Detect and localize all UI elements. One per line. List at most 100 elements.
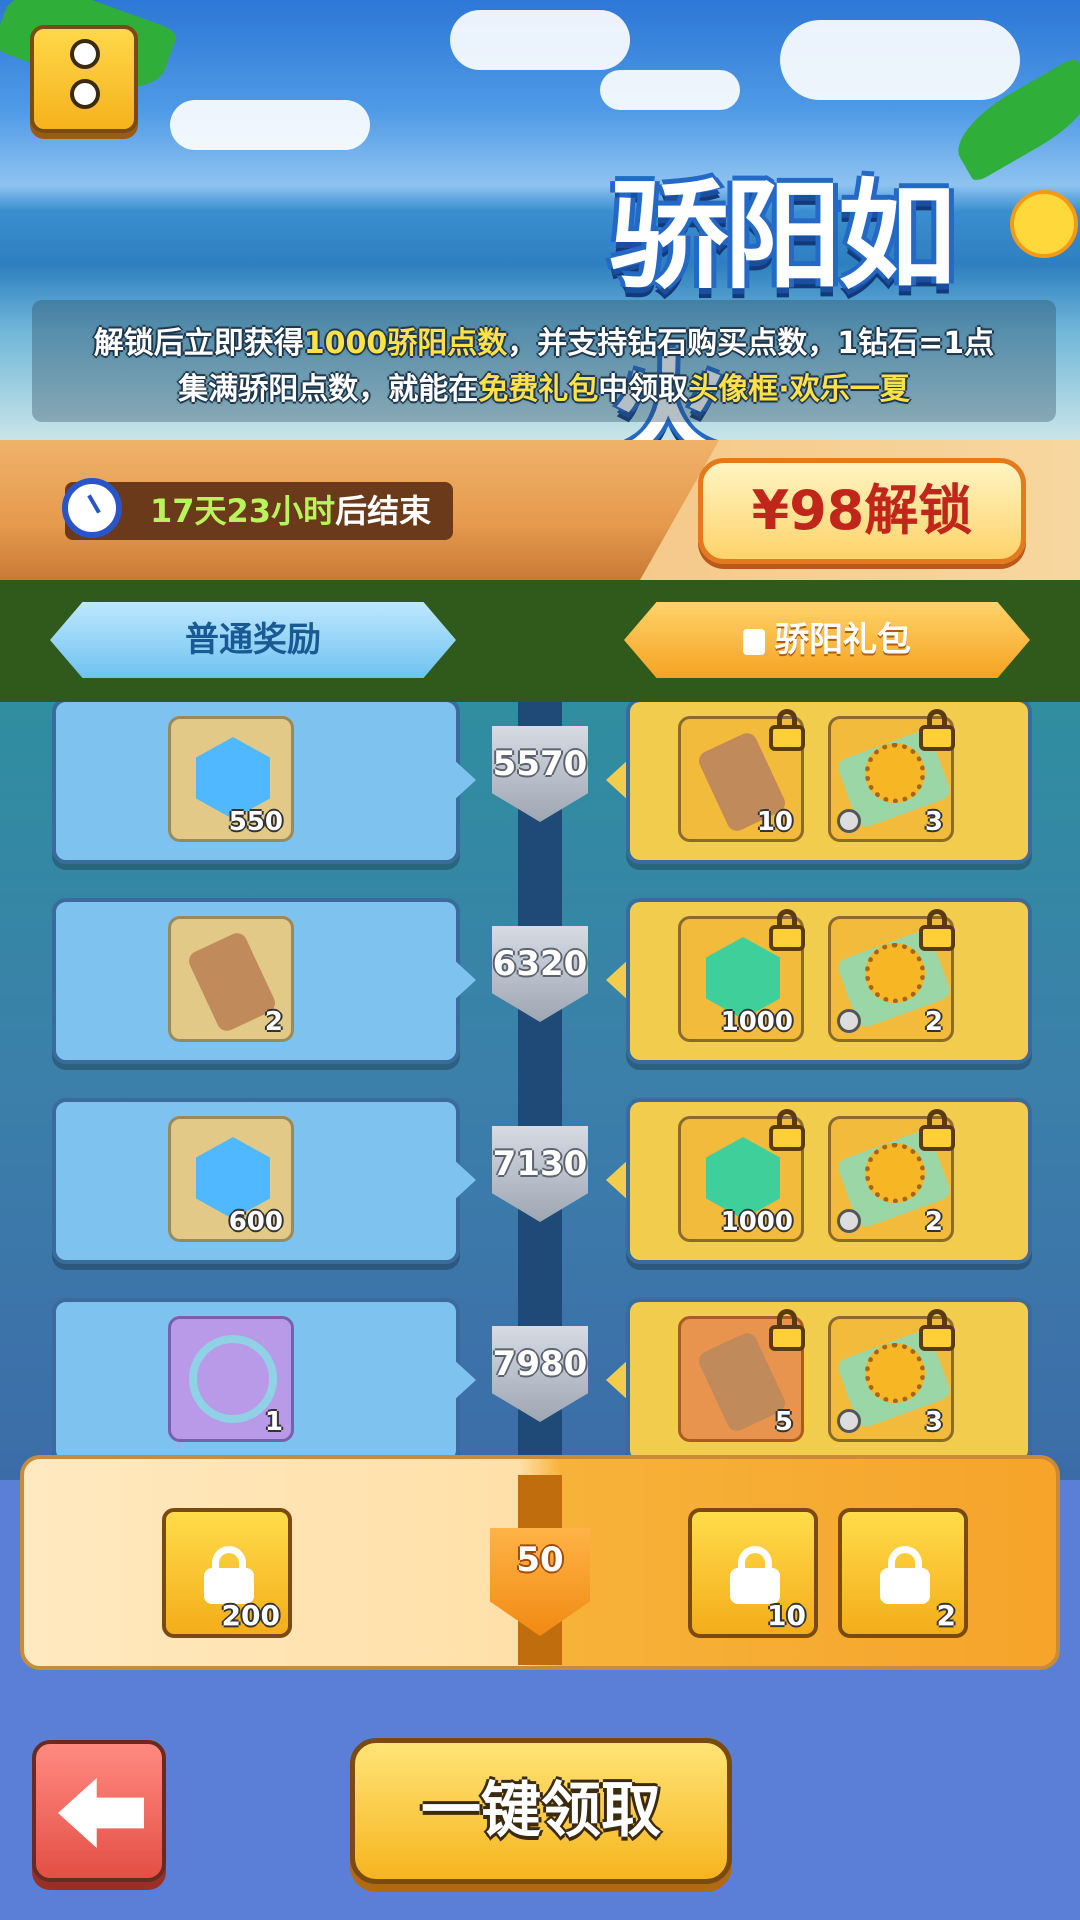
card-pointer [452, 958, 476, 1002]
premium-reward-item[interactable]: 1000 [678, 909, 805, 1042]
free-reward-item[interactable]: 1 [168, 1316, 294, 1442]
level-badge: 7980 [492, 1326, 588, 1422]
reward-row: 600 7130 1000 2 [0, 1098, 1080, 1298]
cloud-decoration [600, 70, 740, 110]
description-highlight: 免费礼包 [478, 372, 599, 407]
reward-row: 2 6320 1000 2 [0, 898, 1080, 1098]
description-text: ，并支持钻石购买点数，1钻石=1点 [507, 326, 995, 361]
clock-icon [837, 1409, 861, 1433]
reward-quantity: 10 [767, 1599, 806, 1632]
free-reward-item[interactable]: 550 [168, 716, 294, 842]
sunflower-icon [865, 743, 925, 803]
clock-icon [837, 809, 861, 833]
premium-reward-item[interactable]: 3 [828, 709, 955, 842]
tab-premium-pack[interactable]: 骄阳礼包 [624, 602, 1030, 678]
level-badge: 5570 [492, 726, 588, 822]
level-value: 6320 [492, 944, 588, 984]
description-line-1: 解锁后立即获得1000骄阳点数，并支持钻石购买点数，1钻石=1点 [32, 318, 1056, 362]
reward-quantity: 2 [924, 1207, 943, 1237]
reward-quantity: 200 [221, 1599, 280, 1632]
padlock-icon [204, 1546, 254, 1604]
tab-premium-label: 骄阳礼包 [775, 620, 911, 660]
lock-icon [767, 909, 807, 951]
avatar-frame-icon [189, 1335, 277, 1423]
reward-quantity: 2 [936, 1599, 956, 1632]
reward-quantity: 2 [264, 1007, 283, 1037]
countdown-value: 17天23小时 [150, 492, 336, 530]
reward-quantity: 5 [774, 1407, 793, 1437]
level-badge: 7130 [492, 1126, 588, 1222]
lock-icon [767, 1109, 807, 1151]
lock-icon [767, 1309, 807, 1351]
description-text: 中领取 [598, 372, 689, 407]
free-reward-item[interactable]: 2 [168, 916, 294, 1042]
premium-reward-item[interactable]: 5 [678, 1309, 805, 1442]
premium-reward-item[interactable]: 1000 [678, 1109, 805, 1242]
premium-reward-card: 1000 2 [626, 1098, 1032, 1264]
reward-row: 1 7980 5 3 [0, 1298, 1080, 1480]
back-arrow-icon [58, 1778, 144, 1848]
cloud-decoration [780, 20, 1020, 100]
tab-normal-rewards[interactable]: 普通奖励 [50, 602, 456, 678]
menu-dot-icon [70, 79, 100, 109]
lock-icon [917, 909, 957, 951]
level-value: 7130 [492, 1144, 588, 1184]
card-pointer [452, 1358, 476, 1402]
reward-quantity: 600 [228, 1207, 283, 1237]
clock-icon [837, 1209, 861, 1233]
description-highlight: 头像框·欢乐一夏 [688, 372, 910, 407]
unlock-button[interactable]: ¥98解锁 [698, 458, 1026, 564]
final-premium-reward[interactable]: 10 [688, 1508, 818, 1638]
card-pointer [452, 1158, 476, 1202]
premium-reward-item[interactable]: 2 [828, 909, 955, 1042]
menu-dot-icon [70, 39, 100, 69]
reward-quantity: 10 [756, 807, 793, 837]
description-line-2: 集满骄阳点数，就能在免费礼包中领取头像框·欢乐一夏 [32, 364, 1056, 408]
reward-quantity: 1000 [720, 1007, 793, 1037]
reward-list[interactable]: 550 5570 10 3 2 6320 1000 2 600 7130 1000 2 1 7980 5 3 [0, 702, 1080, 1480]
description-text: 集满骄阳点数，就能在 [178, 372, 479, 407]
padlock-icon [880, 1546, 930, 1604]
reward-quantity: 550 [228, 807, 283, 837]
final-premium-reward[interactable]: 2 [838, 1508, 968, 1638]
padlock-icon [730, 1546, 780, 1604]
reward-quantity: 1000 [720, 1207, 793, 1237]
claim-all-button[interactable]: 一键领取 [350, 1738, 732, 1884]
sunflower-icon [865, 1343, 925, 1403]
premium-reward-card: 1000 2 [626, 898, 1032, 1064]
free-reward-card: 1 [52, 1298, 460, 1464]
level-badge: 6320 [492, 926, 588, 1022]
free-reward-card: 550 [52, 702, 460, 864]
reward-quantity: 3 [924, 1407, 943, 1437]
countdown-suffix: 后结束 [335, 492, 432, 530]
clock-icon [837, 1009, 861, 1033]
back-button[interactable] [32, 1740, 166, 1882]
premium-reward-item[interactable]: 10 [678, 709, 805, 842]
premium-reward-item[interactable]: 2 [828, 1109, 955, 1242]
event-banner: 骄阳如火 解锁后立即获得1000骄阳点数，并支持钻石购买点数，1钻石=1点 集满… [0, 0, 1080, 440]
reward-quantity: 2 [924, 1007, 943, 1037]
lock-icon [743, 628, 765, 655]
clock-icon [62, 478, 122, 538]
lock-icon [767, 709, 807, 751]
free-reward-item[interactable]: 600 [168, 1116, 294, 1242]
description-highlight: 1000骄阳点数 [303, 326, 508, 361]
lock-icon [917, 709, 957, 751]
event-title-logo: 骄阳如火 [510, 140, 1050, 440]
final-free-reward[interactable]: 200 [162, 1508, 292, 1638]
lock-icon [917, 1109, 957, 1151]
sunflower-icon [865, 1143, 925, 1203]
level-value: 7980 [492, 1344, 588, 1384]
premium-reward-item[interactable]: 3 [828, 1309, 955, 1442]
free-reward-card: 600 [52, 1098, 460, 1264]
cloud-decoration [170, 100, 370, 150]
reward-row: 550 5570 10 3 [0, 702, 1080, 898]
sunflower-icon [865, 943, 925, 1003]
premium-reward-card: 10 3 [626, 702, 1032, 864]
lock-icon [917, 1309, 957, 1351]
reward-quantity: 1 [264, 1407, 283, 1437]
free-reward-card: 2 [52, 898, 460, 1064]
description-box: 解锁后立即获得1000骄阳点数，并支持钻石购买点数，1钻石=1点 集满骄阳点数，… [32, 300, 1056, 422]
description-text: 解锁后立即获得 [93, 326, 304, 361]
menu-button[interactable] [30, 25, 138, 133]
